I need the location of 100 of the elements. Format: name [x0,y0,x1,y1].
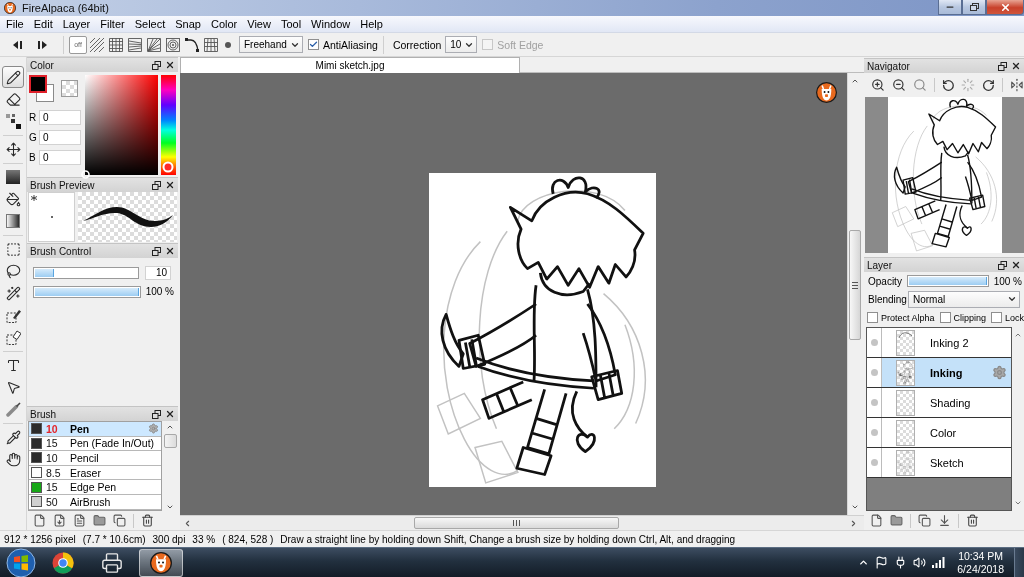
snap-radial-button[interactable] [145,35,163,54]
undock-icon[interactable] [152,60,161,70]
scrollbar-thumb[interactable] [414,517,619,529]
foreground-background-swatch-icon[interactable] [29,75,54,102]
undock-icon[interactable] [152,246,161,256]
close-icon[interactable] [165,409,175,419]
checkbox[interactable] [867,312,878,323]
undock-icon[interactable] [998,260,1007,270]
undock-icon[interactable] [998,61,1007,71]
blending-dropdown[interactable]: Normal [908,290,1020,308]
flip-horizontal-icon[interactable] [1010,78,1024,92]
scroll-down-icon[interactable] [1014,499,1022,507]
page-icon[interactable] [33,514,46,527]
checkbox[interactable] [939,312,951,323]
folder-icon[interactable] [890,514,903,527]
scroll-left-icon[interactable] [183,518,192,528]
menu-item[interactable]: Layer [57,16,96,32]
trash-icon[interactable] [966,514,979,527]
snap-vanishing-button[interactable] [126,35,144,54]
menu-item[interactable]: Help [355,16,388,32]
channel-input[interactable]: 0 [39,110,81,125]
checkbox[interactable] [991,312,1003,323]
scroll-right-icon[interactable] [849,518,858,528]
menu-item[interactable]: Color [205,16,243,32]
brush-list-item[interactable]: 15 Edge Pen [29,480,161,495]
brush-size-slider[interactable] [33,266,139,279]
gear-icon[interactable] [992,365,1007,380]
visibility-dot-icon[interactable] [870,339,878,346]
hue-ring-icon[interactable] [162,161,174,173]
scroll-up-icon[interactable] [1014,331,1022,339]
page-lines-icon[interactable] [73,514,86,527]
menu-item[interactable]: View [242,16,276,32]
zoom-in-icon[interactable] [871,78,885,92]
start-button[interactable] [6,547,36,577]
close-icon[interactable] [165,246,175,256]
arrow-down-line-icon[interactable] [938,514,951,527]
copy-icon[interactable] [918,514,931,527]
visibility-dot-icon[interactable] [870,429,878,436]
scroll-up-icon[interactable] [166,423,174,431]
snap-concentric-button[interactable] [164,35,182,54]
scroll-down-icon[interactable] [166,503,174,511]
pen-tool-button[interactable] [2,66,24,88]
visibility-dot-icon[interactable] [870,399,878,406]
snap-crisscross-button[interactable] [107,35,125,54]
mode-dropdown[interactable]: Freehand [239,36,303,53]
brush-size-input[interactable]: 10 [145,265,171,280]
brush-list-item[interactable]: 10 Pencil [29,451,161,466]
correction-dropdown[interactable]: 10 [445,36,478,53]
snap-perspective-button[interactable] [202,35,220,54]
restore-button[interactable] [962,0,986,15]
signal-bars-icon[interactable] [932,557,946,568]
menu-item[interactable]: Window [306,16,356,32]
show-desktop-button[interactable] [1014,548,1024,577]
checkbox[interactable] [308,39,319,50]
search-icon[interactable] [912,78,927,92]
snap-curve-button[interactable] [183,35,201,54]
rotate-left-icon[interactable] [941,78,955,92]
page-arrow-icon[interactable] [53,514,66,527]
close-icon[interactable] [165,180,175,190]
flag-icon[interactable] [875,556,889,569]
undock-icon[interactable] [152,409,161,419]
layer-list-item[interactable]: Shading [867,388,1011,418]
layer-list-item[interactable]: Inking 2 [867,328,1011,358]
document-tab[interactable]: Mimi sketch.jpg [180,57,520,73]
show-hidden-icons-icon[interactable] [858,557,870,568]
close-button[interactable] [986,0,1024,15]
scrollbar-thumb[interactable] [848,230,861,340]
rotate-right-icon[interactable] [982,78,996,92]
taskbar-app-button[interactable] [139,548,183,577]
channel-input[interactable]: 0 [39,130,81,145]
scroll-down-icon[interactable] [850,503,859,511]
transparent-swatch-icon[interactable] [61,80,78,97]
menu-item[interactable]: Select [129,16,171,32]
minimize-button[interactable] [938,0,962,15]
menu-item[interactable]: Filter [95,16,130,32]
close-icon[interactable] [165,60,175,70]
speaker-icon[interactable] [913,556,927,569]
menu-item[interactable]: Snap [170,16,206,32]
trash-icon[interactable] [141,514,154,527]
close-icon[interactable] [1011,61,1021,71]
folder-icon[interactable] [93,514,106,527]
menu-item[interactable]: File [1,16,29,32]
menu-item[interactable]: Tool [275,16,307,32]
snap-parallel-button[interactable] [88,35,106,54]
visibility-dot-icon[interactable] [870,459,878,466]
scrollbar-thumb[interactable] [163,434,177,448]
zoom-out-icon[interactable] [891,78,906,92]
channel-input[interactable]: 0 [39,150,81,165]
copy-icon[interactable] [113,514,126,527]
layer-list-item[interactable]: Sketch [867,448,1011,478]
page-icon[interactable] [870,514,883,527]
undock-icon[interactable] [152,180,161,190]
brush-list-item[interactable]: 10 Pen [29,422,161,437]
layer-list-item[interactable]: Color [867,418,1011,448]
layer-list-item[interactable]: Inking [867,358,1011,388]
close-icon[interactable] [1011,260,1021,270]
visibility-dot-icon[interactable] [870,369,878,376]
scroll-up-icon[interactable] [850,77,859,85]
hue-slider[interactable] [161,75,176,175]
menu-item[interactable]: Edit [28,16,58,32]
